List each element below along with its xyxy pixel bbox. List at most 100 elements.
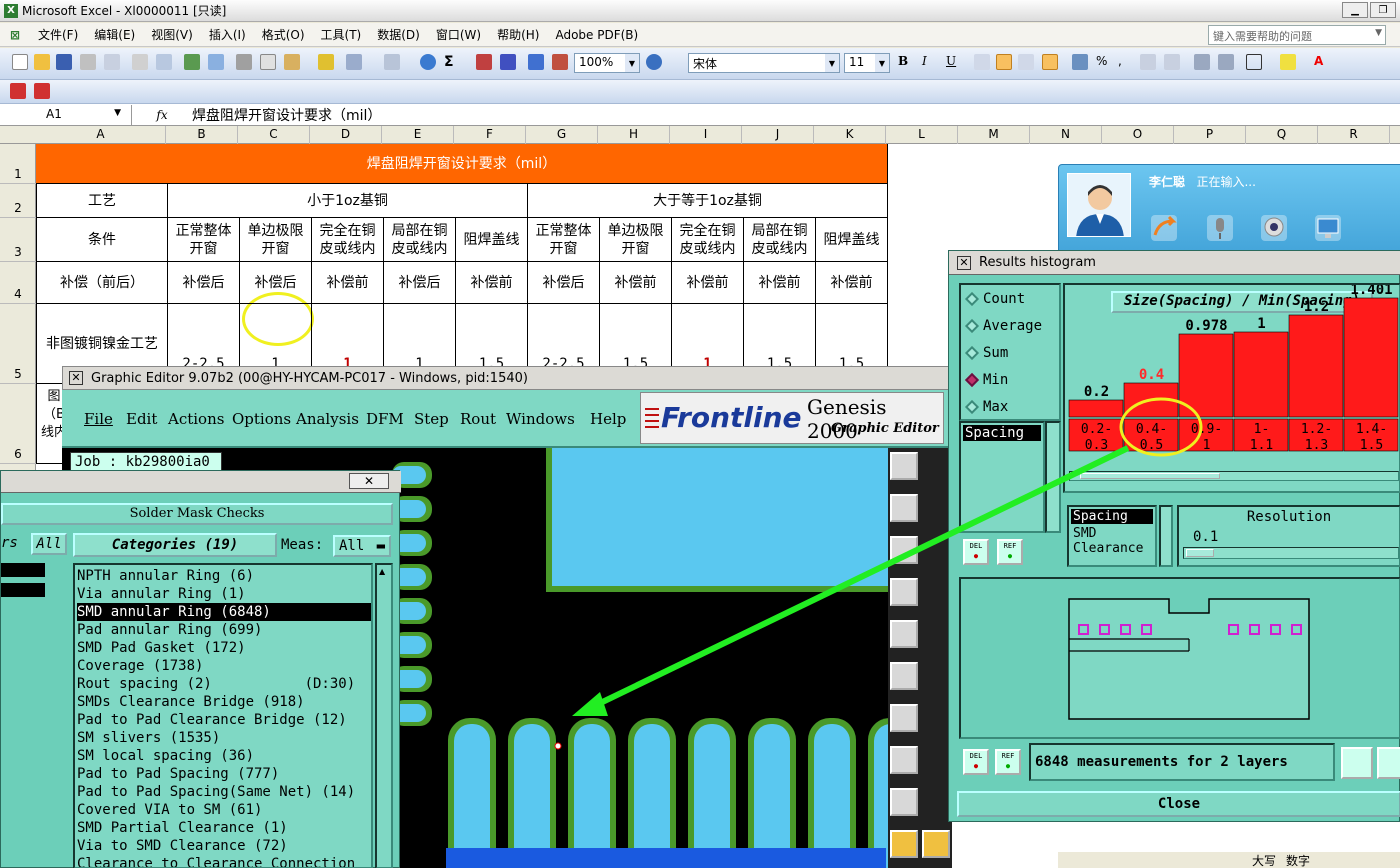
category-item[interactable]: SMD Partial Clearance (1): [77, 819, 371, 837]
column-header-g[interactable]: G: [526, 126, 598, 144]
hyperlink-icon[interactable]: [420, 54, 436, 70]
plot-hscrollbar[interactable]: [1069, 471, 1399, 481]
group-over-1oz-cell[interactable]: 大于等于1oz基铜: [528, 184, 888, 218]
tool-pointer2-icon[interactable]: [922, 830, 950, 858]
help-icon[interactable]: [646, 54, 662, 70]
paste-icon[interactable]: [284, 54, 300, 70]
categories-list[interactable]: NPTH annular Ring (6) Via annular Ring (1…: [73, 563, 373, 868]
layers-all-button[interactable]: All: [31, 533, 67, 555]
help-search-input[interactable]: 键入需要帮助的问题 ▼: [1208, 25, 1386, 45]
remote-desktop-icon[interactable]: [1315, 215, 1341, 241]
condition-header-cell[interactable]: 局部在铜 皮或线内: [744, 218, 816, 262]
fill-color-icon[interactable]: [1280, 54, 1296, 70]
new-icon[interactable]: [12, 54, 28, 70]
size-list-scrollbar[interactable]: [1045, 421, 1061, 533]
measurement-preview[interactable]: [959, 577, 1400, 739]
decrease-indent-icon[interactable]: [1194, 54, 1210, 70]
resolution-slider[interactable]: [1183, 547, 1399, 559]
category-item[interactable]: Pad annular Ring (699): [77, 621, 371, 639]
histogram-bar[interactable]: [1123, 382, 1179, 418]
increase-decimal-icon[interactable]: [1140, 54, 1156, 70]
avatar[interactable]: [1067, 173, 1131, 237]
sort-descending-icon[interactable]: [500, 54, 516, 70]
compensation-cell[interactable]: 补偿后: [168, 262, 240, 304]
menu-tools[interactable]: 工具(T): [313, 26, 370, 43]
histogram-bar[interactable]: [1288, 314, 1344, 418]
align-right-icon[interactable]: [1018, 54, 1034, 70]
del-button[interactable]: DEL ●: [963, 539, 989, 565]
condition-header-cell[interactable]: 阻焊盖线: [816, 218, 888, 262]
column-header-p[interactable]: P: [1174, 126, 1246, 144]
compensation-cell[interactable]: 补偿前: [600, 262, 672, 304]
format-painter-icon[interactable]: [318, 54, 334, 70]
category-item[interactable]: Pad to Pad Clearance Bridge (12): [77, 711, 371, 729]
formula-input[interactable]: 焊盘阻焊开窗设计要求（mil）: [192, 105, 381, 125]
menu-dfm[interactable]: DFM: [366, 410, 404, 428]
underline-icon[interactable]: U: [946, 54, 962, 70]
menu-step[interactable]: Step: [414, 410, 449, 428]
condition-header-cell[interactable]: 阻焊盖线: [456, 218, 528, 262]
histogram-bar[interactable]: [1068, 399, 1124, 418]
meas-select[interactable]: All ▬: [333, 535, 391, 557]
bold-icon[interactable]: B: [898, 54, 914, 70]
histogram-bar[interactable]: [1233, 331, 1289, 418]
compensation-label-cell[interactable]: 补偿（前后）: [36, 262, 168, 304]
pdf-email-icon[interactable]: [34, 83, 50, 99]
column-header-d[interactable]: D: [310, 126, 382, 144]
spelling-icon[interactable]: [184, 54, 200, 70]
layer-item-clearance[interactable]: Clearance: [1069, 541, 1155, 556]
column-header-q[interactable]: Q: [1246, 126, 1318, 144]
column-header-h[interactable]: H: [598, 126, 670, 144]
row-header-4[interactable]: 4: [0, 262, 36, 304]
email-icon[interactable]: [104, 54, 120, 70]
column-header-c[interactable]: C: [238, 126, 310, 144]
compensation-cell[interactable]: 补偿前: [744, 262, 816, 304]
compensation-cell[interactable]: 补偿前: [672, 262, 744, 304]
autosum-icon[interactable]: Σ: [444, 54, 460, 70]
mode-radio-count[interactable]: Count: [964, 291, 1025, 307]
menu-insert[interactable]: 插入(I): [201, 26, 254, 43]
size-item-spacing[interactable]: Spacing: [963, 425, 1041, 441]
categories-header[interactable]: Categories (19): [73, 533, 277, 557]
menu-actions[interactable]: Actions: [168, 410, 224, 428]
fx-icon[interactable]: fx: [132, 108, 192, 122]
menu-view[interactable]: 视图(V): [143, 26, 201, 43]
row-header-5[interactable]: 5: [0, 304, 36, 384]
column-header-o[interactable]: O: [1102, 126, 1174, 144]
research-icon[interactable]: [208, 54, 224, 70]
row-header-1[interactable]: 1: [0, 144, 36, 184]
align-left-icon[interactable]: [974, 54, 990, 70]
chart-wizard-icon[interactable]: [528, 54, 544, 70]
menu-data[interactable]: 数据(D): [369, 26, 428, 43]
percent-icon[interactable]: %: [1096, 54, 1112, 70]
open-icon[interactable]: [34, 54, 50, 70]
tool-pad-icon[interactable]: [890, 746, 918, 774]
font-color-icon[interactable]: A: [1314, 54, 1330, 70]
tool-settings-icon[interactable]: [890, 578, 918, 606]
layer-item-spacing[interactable]: Spacing: [1071, 509, 1153, 524]
table-title-cell[interactable]: 焊盘阻焊开窗设计要求（mil）: [36, 144, 888, 184]
menu-file[interactable]: 文件(F): [30, 26, 86, 43]
name-box[interactable]: A1 ▼: [0, 104, 132, 125]
categories-scrollbar[interactable]: ▲: [375, 563, 393, 868]
mode-radio-sum[interactable]: Sum: [964, 345, 1008, 361]
compensation-cell[interactable]: 补偿前: [816, 262, 888, 304]
compensation-cell[interactable]: 补偿后: [528, 262, 600, 304]
cut-icon[interactable]: [236, 54, 252, 70]
tool-measure-icon[interactable]: [890, 620, 918, 648]
condition-header-cell[interactable]: 正常整体 开窗: [528, 218, 600, 262]
mode-radio-max[interactable]: Max: [964, 399, 1008, 415]
ref-button[interactable]: REF ●: [997, 539, 1023, 565]
column-header-l[interactable]: L: [886, 126, 958, 144]
next-measure-icon[interactable]: [1377, 747, 1400, 779]
compensation-cell[interactable]: 补偿前: [456, 262, 528, 304]
condition-header-cell[interactable]: 单边极限 开窗: [600, 218, 672, 262]
footer-ref-button[interactable]: REF ●: [995, 749, 1021, 775]
category-item[interactable]: Pad to Pad Spacing(Same Net) (14): [77, 783, 371, 801]
category-item[interactable]: SMD Pad Gasket (172): [77, 639, 371, 657]
category-item[interactable]: Coverage (1738): [77, 657, 371, 675]
layer-row-selected[interactable]: [1, 563, 45, 577]
column-header-i[interactable]: I: [670, 126, 742, 144]
layer-row-selected[interactable]: [1, 583, 45, 597]
tool-line-icon[interactable]: [890, 704, 918, 732]
